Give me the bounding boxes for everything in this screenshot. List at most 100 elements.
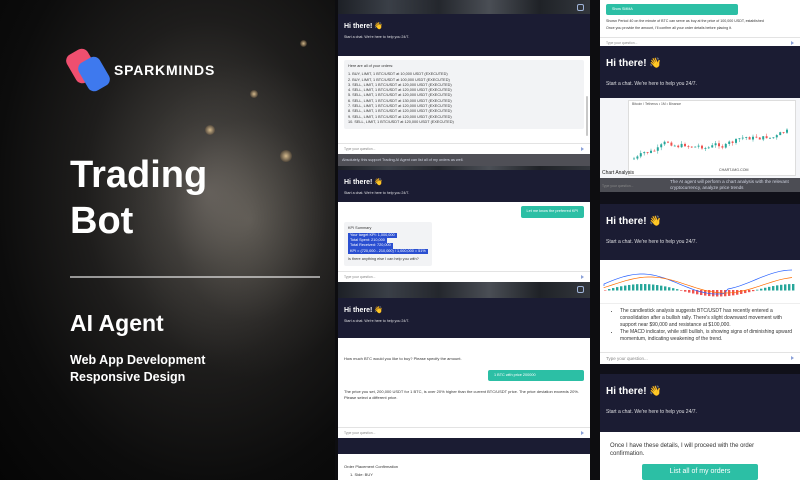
kpi-list: Your target KPI: 1,000,000 Total Spent: … <box>348 232 428 255</box>
chat-card-orders: Hi there! 👋 Start a chat. We're here to … <box>338 14 590 166</box>
macd-histogram-bar <box>784 284 787 291</box>
brand-logo: SPARKMINDS <box>63 46 216 94</box>
macd-histogram-bar <box>624 285 627 291</box>
image-strip <box>338 0 590 14</box>
macd-histogram-bar <box>672 288 675 291</box>
macd-histogram-bar <box>616 287 619 291</box>
bot-message: Once you provide the amount, I'll confir… <box>606 26 732 30</box>
candle-body <box>677 145 680 148</box>
macd-histogram-bar <box>752 290 755 292</box>
macd-histogram-bar <box>760 288 763 291</box>
macd-histogram-bar <box>660 285 663 291</box>
candle-body <box>721 146 724 148</box>
candle-body <box>650 150 652 153</box>
candle-body <box>670 142 673 146</box>
chat-body[interactable]: The candlestick analysis suggests BTC/US… <box>600 304 800 352</box>
bokeh-light <box>280 150 292 162</box>
macd-histogram-bar <box>692 290 695 294</box>
chat-body[interactable]: How much BTC would you like to buy? Plea… <box>338 338 590 438</box>
send-icon[interactable] <box>791 356 795 360</box>
hero-tags: Web App Development Responsive Design <box>70 352 205 386</box>
bot-message: Once I have these details, I will procee… <box>610 443 755 457</box>
candle-body <box>772 137 775 139</box>
candle-body <box>745 137 748 138</box>
list-item: 10. SELL, LIMIT, 1 BTC/USDT at 120,000 U… <box>348 119 454 124</box>
candle-body <box>694 146 697 148</box>
chart-watermark: CHART-IMG.COM <box>719 168 749 172</box>
macd-histogram-bar <box>684 290 687 292</box>
chat-header: Hi there! 👋 Start a chat. We're here to … <box>600 204 800 260</box>
macd-chart[interactable] <box>600 260 800 304</box>
macd-histogram-bar <box>640 284 643 291</box>
macd-histogram-bar <box>792 284 795 291</box>
sparkminds-logo-icon <box>63 46 113 94</box>
chat-card-chart: Hi there! 👋 Start a chat. We're here to … <box>600 46 800 192</box>
scrollbar[interactable] <box>586 96 588 136</box>
hero-subtitle: AI Agent <box>70 310 164 336</box>
candle-body <box>697 145 700 147</box>
chat-input[interactable]: Type your question... <box>338 271 590 282</box>
chat-card-analysis: Hi there! 👋 Start a chat. We're here to … <box>600 204 800 364</box>
macd-histogram-bar <box>688 290 691 293</box>
hero-panel: SPARKMINDS Trading Bot AI Agent Web App … <box>0 0 335 480</box>
chat-input-placeholder[interactable]: Type your question... <box>602 184 633 188</box>
confirmation-title: Order Placement Confirmation <box>344 464 399 469</box>
chat-header: Hi there! 👋 Start a chat. We're here to … <box>600 374 800 432</box>
list-orders-button[interactable]: List all of my orders <box>642 464 758 480</box>
candle-body <box>690 146 693 148</box>
image-strip <box>338 282 590 298</box>
expand-icon[interactable] <box>577 4 584 11</box>
chart-analysis-title: Chart Analysis <box>602 170 634 176</box>
candle-body <box>684 143 686 147</box>
brand-name: SPARKMINDS <box>114 62 216 78</box>
chat-input[interactable]: Type your question... <box>338 143 590 154</box>
send-icon[interactable] <box>581 275 585 279</box>
chat-body[interactable]: Order Placement Confirmation 1. Side: BU… <box>338 454 590 480</box>
macd-histogram-bar <box>620 286 623 291</box>
bokeh-light <box>250 90 258 98</box>
feature-caption: Absolutely, this support Trading AI Agen… <box>338 154 590 166</box>
candle-body <box>765 136 768 139</box>
chat-input[interactable]: Type your question... <box>600 352 800 364</box>
bot-message: The price you set, 200,000 USDT for 1 BT… <box>344 389 580 400</box>
macd-histogram-bar <box>776 285 779 291</box>
candle-body <box>718 143 720 147</box>
wave-icon: 👋 <box>649 386 662 397</box>
user-message: Let me know the preferred KPI <box>520 206 584 218</box>
hero-divider <box>70 276 320 278</box>
list-item: KPI = (720,000 - 210,000) / 1,000,000 = … <box>348 248 428 255</box>
candle-body <box>724 143 727 148</box>
chat-input[interactable]: Type your question... <box>600 37 800 46</box>
candle-body <box>707 147 710 149</box>
analysis-list: The candlestick analysis suggests BTC/US… <box>614 308 794 343</box>
macd-histogram-bar <box>636 284 639 291</box>
candle-body <box>680 143 683 148</box>
macd-histogram-bar <box>756 289 759 291</box>
chat-input[interactable]: Type your question... <box>338 427 590 438</box>
chat-body[interactable]: Let me know the preferred KPI KPI Summar… <box>338 202 590 282</box>
candlestick-chart[interactable]: Bitcoin / Tetherus • 1M • Binance CHART-… <box>628 100 796 176</box>
send-icon[interactable] <box>581 147 585 151</box>
send-icon[interactable] <box>791 41 795 45</box>
chat-body[interactable]: Once I have these details, I will procee… <box>600 432 800 480</box>
macd-histogram-bar <box>788 284 791 291</box>
candle-body <box>779 132 782 136</box>
expand-icon[interactable] <box>577 286 584 293</box>
chat-card-smma: Show SMMA Shown Period 40 on the minute … <box>600 0 800 46</box>
candle-body <box>673 145 676 147</box>
macd-histogram-bar <box>768 286 771 291</box>
candle-body <box>738 138 741 140</box>
chat-card-list-orders: Hi there! 👋 Start a chat. We're here to … <box>600 374 800 480</box>
macd-histogram-bar <box>772 286 775 291</box>
wave-icon: 👋 <box>374 23 384 30</box>
list-item: 1. Side: BUY <box>350 471 373 477</box>
candle-body <box>741 137 744 139</box>
send-icon[interactable] <box>581 431 585 435</box>
list-item: The candlestick analysis suggests BTC/US… <box>620 308 794 329</box>
macd-histogram-bar <box>668 287 671 291</box>
macd-histogram-bar <box>604 290 607 291</box>
list-item: Total Received: 720,000 <box>348 243 393 249</box>
chat-body[interactable]: Show SMMA Shown Period 40 on the minute … <box>600 0 800 35</box>
macd-histogram-bar <box>680 290 683 291</box>
chat-body[interactable]: Here are all of your orders: 1. BUY, LIM… <box>338 56 590 166</box>
